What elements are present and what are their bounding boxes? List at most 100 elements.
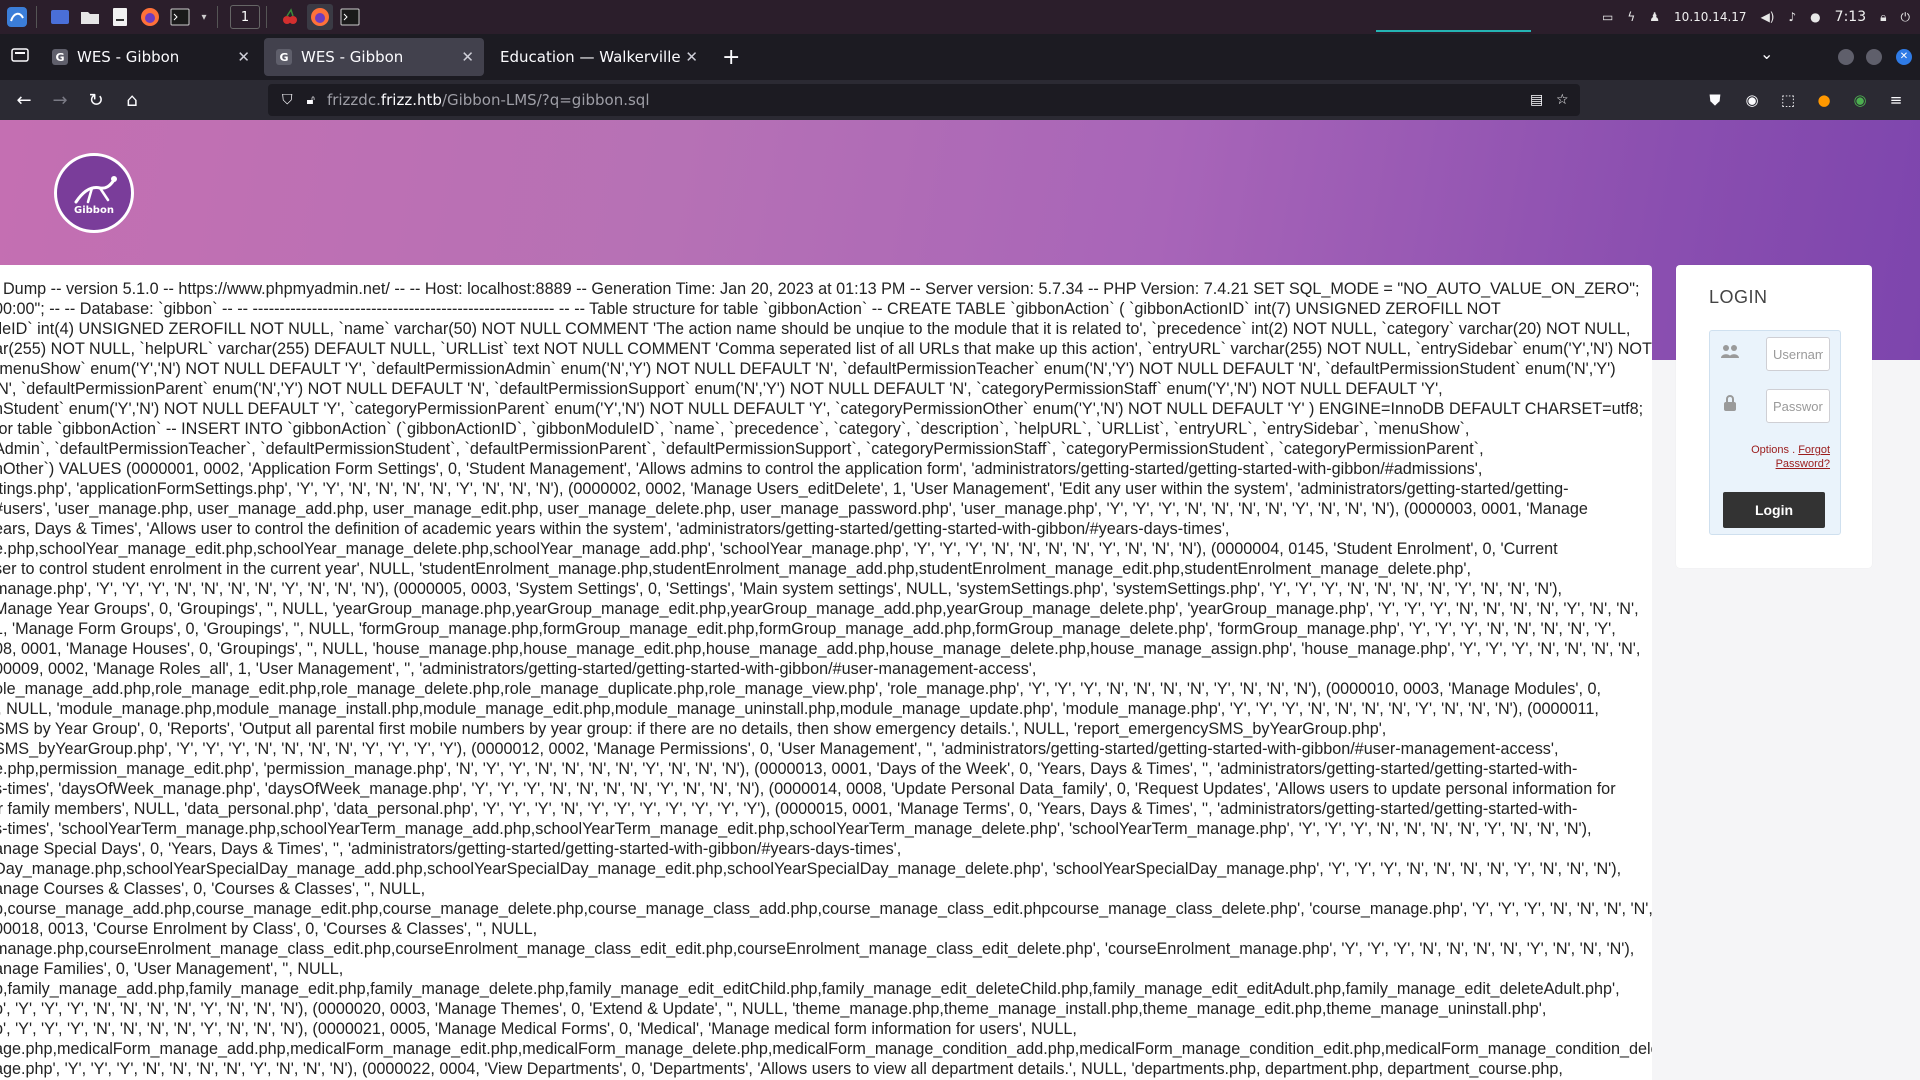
chevron-down-icon[interactable]: ▾ — [197, 4, 211, 30]
password-row — [1710, 383, 1842, 423]
sql-line: p', 'Y', 'Y', 'Y', 'N', 'N', 'N', 'N', '… — [0, 1020, 1077, 1038]
sql-line: ar(255) NOT NULL, `helpURL` varchar(255)… — [0, 340, 1652, 358]
login-button[interactable]: Login — [1723, 492, 1825, 528]
sql-line: Admin`, `defaultPermissionTeacher`, `def… — [0, 440, 1484, 458]
sql-line: `menuShow` enum('Y','N') NOT NULL DEFAUL… — [0, 360, 1616, 378]
main-content: . Dump -- version 5.1.0 -- https://www.p… — [0, 265, 1652, 1080]
login-form: Options . Forgot Password? Login — [1709, 330, 1841, 535]
sql-line: Manage Year Groups', 0, 'Groupings', '',… — [0, 600, 1639, 618]
wappalyzer-icon[interactable]: ◉ — [1850, 90, 1870, 110]
login-links: Options . Forgot Password? — [1710, 443, 1830, 471]
clock[interactable]: 7:13 — [1835, 9, 1866, 25]
display-icon[interactable]: ▭ — [1602, 10, 1613, 24]
forward-button[interactable]: → — [42, 84, 78, 116]
tab-wes-gibbon-1[interactable]: G WES - Gibbon ✕ — [40, 38, 260, 76]
reload-button[interactable]: ↻ — [78, 84, 114, 116]
list-all-tabs-icon[interactable] — [10, 46, 32, 68]
chevron-down-icon[interactable]: ⌄ — [1760, 44, 1773, 63]
updates-icon[interactable]: ● — [1810, 10, 1820, 24]
pocket-icon[interactable]: ⛊ — [1705, 90, 1725, 110]
sql-line: p,course_manage_add.php,course_manage_ed… — [0, 900, 1652, 918]
extensions-icon[interactable]: ⬚ — [1778, 90, 1798, 110]
options-link[interactable]: Options — [1751, 444, 1789, 456]
login-sidebar: LOGIN Options . Forgot Password? Login — [1676, 265, 1872, 568]
sql-line: #users', 'user_manage.php, user_manage_a… — [0, 500, 1588, 518]
username-input[interactable] — [1766, 337, 1830, 371]
tab-title: WES - Gibbon — [77, 48, 180, 66]
users-icon — [1720, 341, 1740, 361]
power-manager-icon[interactable]: ϟ — [1627, 10, 1635, 24]
system-panel: ▾ 1 ▭ ϟ ♟ 10.10.14.17 ◀) ♪ ● 7:13 🔒︎ ⏻ — [0, 0, 1920, 34]
sql-line: ıleID` int(4) UNSIGNED ZEROFILL NOT NULL… — [0, 320, 1631, 338]
close-icon[interactable]: ✕ — [461, 48, 474, 66]
back-button[interactable]: ← — [6, 84, 42, 116]
file-manager-icon[interactable] — [77, 4, 103, 30]
sql-line: age.php,medicalForm_manage_add.php,medic… — [0, 1040, 1652, 1058]
sql-line: s-times', 'schoolYearTerm_manage.php,sch… — [0, 820, 1592, 838]
firefox-icon[interactable] — [137, 4, 163, 30]
sql-dump-text: . Dump -- version 5.1.0 -- https://www.p… — [0, 279, 1652, 1079]
sql-line: ', NULL, 'module_manage.php,module_manag… — [0, 700, 1599, 718]
sql-line: Day_manage.php,schoolYearSpecialDay_mana… — [0, 860, 1622, 878]
tab-education-walkerville[interactable]: Education — Walkerville Elem ✕ — [488, 38, 708, 76]
reader-view-icon[interactable]: ▤ — [1530, 92, 1543, 108]
volume-icon[interactable]: ◀) — [1761, 10, 1775, 24]
sql-line: e.php,schoolYear_manage_edit.php,schoolY… — [0, 540, 1558, 558]
sql-line: p', 'Y', 'Y', 'Y', 'N', 'N', 'N', 'N', '… — [0, 1000, 1547, 1018]
minimize-icon[interactable] — [1838, 49, 1854, 65]
text-editor-icon[interactable] — [107, 4, 133, 30]
close-window-icon[interactable]: ✕ — [1896, 49, 1912, 65]
network-graph — [1376, 24, 1531, 32]
firefox-window-icon[interactable] — [307, 4, 333, 30]
terminal-icon[interactable] — [167, 4, 193, 30]
lock-icon[interactable]: 🔒︎ — [1880, 10, 1886, 25]
tab-wes-gibbon-2[interactable]: G WES - Gibbon ✕ — [264, 38, 484, 76]
sql-line: 00018, 0013, 'Course Enrolment by Class'… — [0, 920, 538, 938]
sql-line: 08, 0001, 'Manage Houses', 0, 'Groupings… — [0, 640, 1641, 658]
notifications-icon[interactable]: ♪ — [1789, 10, 1797, 24]
navigation-toolbar: ← → ↻ ⌂ ⛉ 🔓︎ frizzdc. frizz.htb/Gibbon-LM… — [0, 80, 1920, 120]
username-row — [1710, 331, 1842, 371]
new-tab-button[interactable]: + — [722, 45, 740, 70]
panel-separator — [266, 6, 267, 28]
desktop-icon[interactable] — [47, 4, 73, 30]
close-icon[interactable]: ✕ — [685, 48, 698, 66]
sql-line: ir family members', NULL, 'data_personal… — [0, 800, 1578, 818]
cherrytree-icon[interactable] — [277, 4, 303, 30]
workspace-1[interactable]: 1 — [230, 5, 260, 29]
sql-line: ole_manage_add.php,role_manage_edit.php,… — [0, 680, 1601, 698]
url-path: /Gibbon-LMS/?q=gibbon.sql — [441, 91, 650, 109]
gibbon-silhouette-icon — [74, 176, 117, 204]
foxyproxy-icon[interactable]: ● — [1814, 90, 1834, 110]
gibbon-favicon-icon: G — [276, 49, 292, 65]
sql-line: 1, 'Manage Form Groups', 0, 'Groupings',… — [0, 620, 1616, 638]
sql-line: ser to control student enrolment in the … — [0, 560, 1471, 578]
url-host: frizz.htb — [380, 91, 442, 109]
url-bar[interactable]: ⛉ 🔓︎ frizzdc. frizz.htb/Gibbon-LMS/?q=gib… — [268, 84, 1580, 116]
login-heading: LOGIN — [1709, 287, 1768, 307]
power-icon[interactable]: ⏻ — [1901, 10, 1911, 25]
maximize-icon[interactable] — [1866, 49, 1882, 65]
password-input[interactable] — [1766, 389, 1830, 423]
kali-menu-icon[interactable] — [4, 4, 30, 30]
vpn-icon[interactable]: ♟ — [1649, 10, 1660, 24]
page-viewport: Gibbon . Dump -- version 5.1.0 -- https:… — [0, 120, 1920, 1080]
sql-line: ttings.php', 'applicationFormSettings.ph… — [0, 480, 1569, 498]
close-icon[interactable]: ✕ — [237, 48, 250, 66]
sql-line: s-times', 'daysOfWeek_manage.php', 'days… — [0, 780, 1616, 798]
gibbon-logo[interactable]: Gibbon — [54, 153, 134, 233]
terminal-window-icon[interactable] — [337, 4, 363, 30]
sql-line: anage Families', 0, 'User Management', '… — [0, 960, 344, 978]
account-icon[interactable]: ◉ — [1742, 90, 1762, 110]
shield-icon[interactable]: ⛉ — [282, 92, 293, 108]
insecure-lock-icon[interactable]: 🔓︎ — [307, 93, 315, 108]
sql-line: anage Courses & Classes', 0, 'Courses & … — [0, 880, 426, 898]
tab-title: WES - Gibbon — [301, 48, 404, 66]
menu-icon[interactable]: ≡ — [1886, 90, 1906, 110]
bookmark-star-icon[interactable]: ☆ — [1556, 92, 1569, 108]
home-button[interactable]: ⌂ — [114, 84, 150, 116]
tab-bar: G WES - Gibbon ✕ G WES - Gibbon ✕ Educat… — [0, 34, 1920, 80]
sql-line: for table `gibbonAction` -- INSERT INTO … — [0, 420, 1470, 438]
sql-line: nOther`) VALUES (0000001, 0002, 'Applica… — [0, 460, 1483, 478]
url-subdomain: frizzdc. — [326, 91, 381, 109]
